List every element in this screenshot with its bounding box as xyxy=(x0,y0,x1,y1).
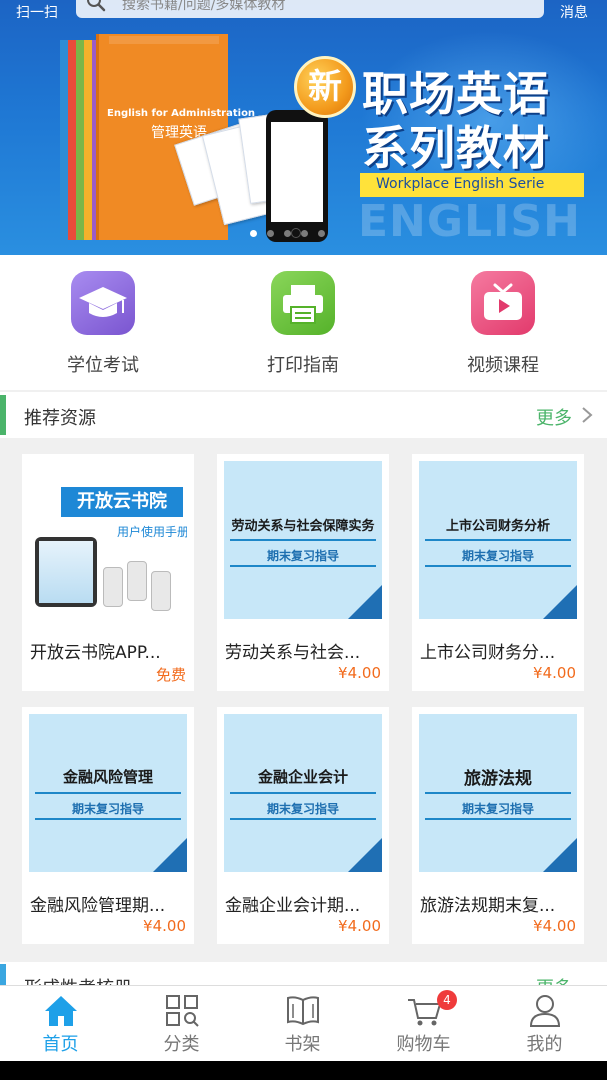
resource-card[interactable]: 旅游法规 期末复习指导 旅游法规期末复... ¥4.00 xyxy=(412,707,584,944)
resource-cover-image: 开放云书院 用户使用手册 xyxy=(29,461,187,619)
banner-subtitle-strip: Workplace English Serie xyxy=(360,173,584,197)
promo-banner[interactable]: 扫一扫 搜索书籍/问题/多媒体教材 消息 English for Adminis… xyxy=(0,0,607,255)
resource-title: 金融风险管理期... xyxy=(30,896,166,916)
search-icon xyxy=(87,0,106,12)
resource-card[interactable]: 上市公司财务分析 期末复习指导 上市公司财务分... ¥4.00 xyxy=(412,454,584,691)
tab-cart[interactable]: 4 购物车 xyxy=(363,986,484,1062)
carousel-dot[interactable] xyxy=(284,230,291,237)
resource-title: 劳动关系与社会... xyxy=(225,643,361,663)
message-button[interactable]: 消息 xyxy=(560,2,588,22)
resource-title: 上市公司财务分... xyxy=(420,643,556,663)
carousel-dot[interactable] xyxy=(318,230,325,237)
chevron-right-icon[interactable] xyxy=(580,406,594,424)
home-icon xyxy=(45,996,77,1026)
cover-subtitle: 用户使用手册 xyxy=(117,525,187,539)
resource-card[interactable]: 劳动关系与社会保障实务 期末复习指导 劳动关系与社会... ¥4.00 xyxy=(217,454,389,691)
tab-bookshelf[interactable]: 书架 xyxy=(242,986,363,1062)
resource-price: 免费 xyxy=(155,666,186,684)
cover-subtitle: 期末复习指导 xyxy=(461,549,534,563)
book-english-title: English for Administration xyxy=(107,108,256,119)
carousel-indicator xyxy=(250,230,325,240)
banner-watermark: ENGLISH xyxy=(358,196,581,247)
app-screen: 扫一扫 搜索书籍/问题/多媒体教材 消息 English for Adminis… xyxy=(0,0,607,1080)
recommend-section-header: 推荐资源 更多 xyxy=(0,392,607,438)
resource-cover-image: 旅游法规 期末复习指导 xyxy=(419,714,577,872)
resource-price: ¥4.00 xyxy=(338,917,381,935)
quick-entries: 学位考试 打印指南 视频课程 xyxy=(0,255,607,390)
banner-subtitle: Workplace English Serie xyxy=(376,176,545,192)
cover-subtitle: 期末复习指导 xyxy=(266,549,339,563)
top-bar: 扫一扫 搜索书籍/问题/多媒体教材 消息 xyxy=(0,0,607,22)
cover-subtitle: 期末复习指导 xyxy=(461,802,534,816)
recommend-title: 推荐资源 xyxy=(24,408,96,429)
scan-button[interactable]: 扫一扫 xyxy=(16,2,58,22)
resource-price: ¥4.00 xyxy=(143,917,186,935)
user-icon xyxy=(529,995,561,1027)
quick-entry-degree-exam[interactable]: 学位考试 xyxy=(33,271,173,381)
cover-title: 开放云书院 xyxy=(61,487,183,517)
tab-category[interactable]: 分类 xyxy=(121,986,242,1062)
resource-price: ¥4.00 xyxy=(533,664,576,682)
recommend-grid: 开放云书院 用户使用手册 开放云书院APP... 免费 劳动关系与社会保障实务 … xyxy=(0,438,607,960)
tab-profile[interactable]: 我的 xyxy=(484,986,605,1062)
quick-entry-video-course[interactable]: 视频课程 xyxy=(433,271,573,381)
quick-entry-label: 学位考试 xyxy=(67,355,139,376)
quick-entry-label: 打印指南 xyxy=(267,355,339,376)
tab-label: 首页 xyxy=(42,1034,79,1055)
bottom-tab-bar: 首页 分类 书架 4 购物车 我的 xyxy=(0,985,607,1061)
resource-card[interactable]: 金融风险管理 期末复习指导 金融风险管理期... ¥4.00 xyxy=(22,707,194,944)
category-icon xyxy=(166,995,199,1027)
phone-image xyxy=(266,110,328,242)
resource-title: 开放云书院APP... xyxy=(30,643,161,663)
cover-title: 上市公司财务分析 xyxy=(445,519,550,534)
cover-subtitle: 期末复习指导 xyxy=(266,802,339,816)
bookshelf-icon xyxy=(287,996,319,1026)
search-input[interactable]: 搜索书籍/问题/多媒体教材 xyxy=(76,0,544,18)
resource-card[interactable]: 金融企业会计 期末复习指导 金融企业会计期... ¥4.00 xyxy=(217,707,389,944)
cart-count-badge: 4 xyxy=(437,990,457,1010)
resource-cover-image: 金融风险管理 期末复习指导 xyxy=(29,714,187,872)
quick-entry-print-guide[interactable]: 打印指南 xyxy=(233,271,373,381)
recommend-more-link[interactable]: 更多 xyxy=(536,404,572,430)
tv-icon xyxy=(471,271,535,335)
new-badge: 新 xyxy=(294,56,356,118)
resource-cover-image: 金融企业会计 期末复习指导 xyxy=(224,714,382,872)
resource-cover-image: 上市公司财务分析 期末复习指导 xyxy=(419,461,577,619)
tab-home[interactable]: 首页 xyxy=(0,986,121,1062)
cover-title: 金融企业会计 xyxy=(257,768,348,786)
printer-icon xyxy=(271,271,335,335)
tab-label: 我的 xyxy=(526,1034,563,1055)
system-navigation-bar xyxy=(0,1061,607,1080)
resource-card[interactable]: 开放云书院 用户使用手册 开放云书院APP... 免费 xyxy=(22,454,194,691)
graduation-cap-icon xyxy=(71,271,135,335)
cover-title: 劳动关系与社会保障实务 xyxy=(231,519,375,534)
resource-cover-image: 劳动关系与社会保障实务 期末复习指导 xyxy=(224,461,382,619)
cover-subtitle: 期末复习指导 xyxy=(71,802,144,816)
carousel-dot[interactable] xyxy=(267,230,274,237)
tab-label: 分类 xyxy=(163,1034,200,1055)
cover-title: 金融风险管理 xyxy=(62,768,153,786)
tab-label: 购物车 xyxy=(396,1034,451,1055)
banner-title-line2: 系列教材 xyxy=(362,121,550,175)
resource-price: ¥4.00 xyxy=(533,917,576,935)
cover-title: 旅游法规 xyxy=(464,769,532,789)
quick-entry-label: 视频课程 xyxy=(467,355,539,376)
section-accent-bar xyxy=(0,395,6,435)
carousel-dot[interactable] xyxy=(301,230,308,237)
resource-title: 旅游法规期末复... xyxy=(420,896,556,916)
search-placeholder: 搜索书籍/问题/多媒体教材 xyxy=(122,0,286,13)
tablet-image xyxy=(35,537,97,607)
book-stack-image xyxy=(60,40,100,240)
resource-title: 金融企业会计期... xyxy=(225,896,361,916)
tab-label: 书架 xyxy=(284,1034,321,1055)
carousel-dot[interactable] xyxy=(250,230,257,237)
resource-price: ¥4.00 xyxy=(338,664,381,682)
